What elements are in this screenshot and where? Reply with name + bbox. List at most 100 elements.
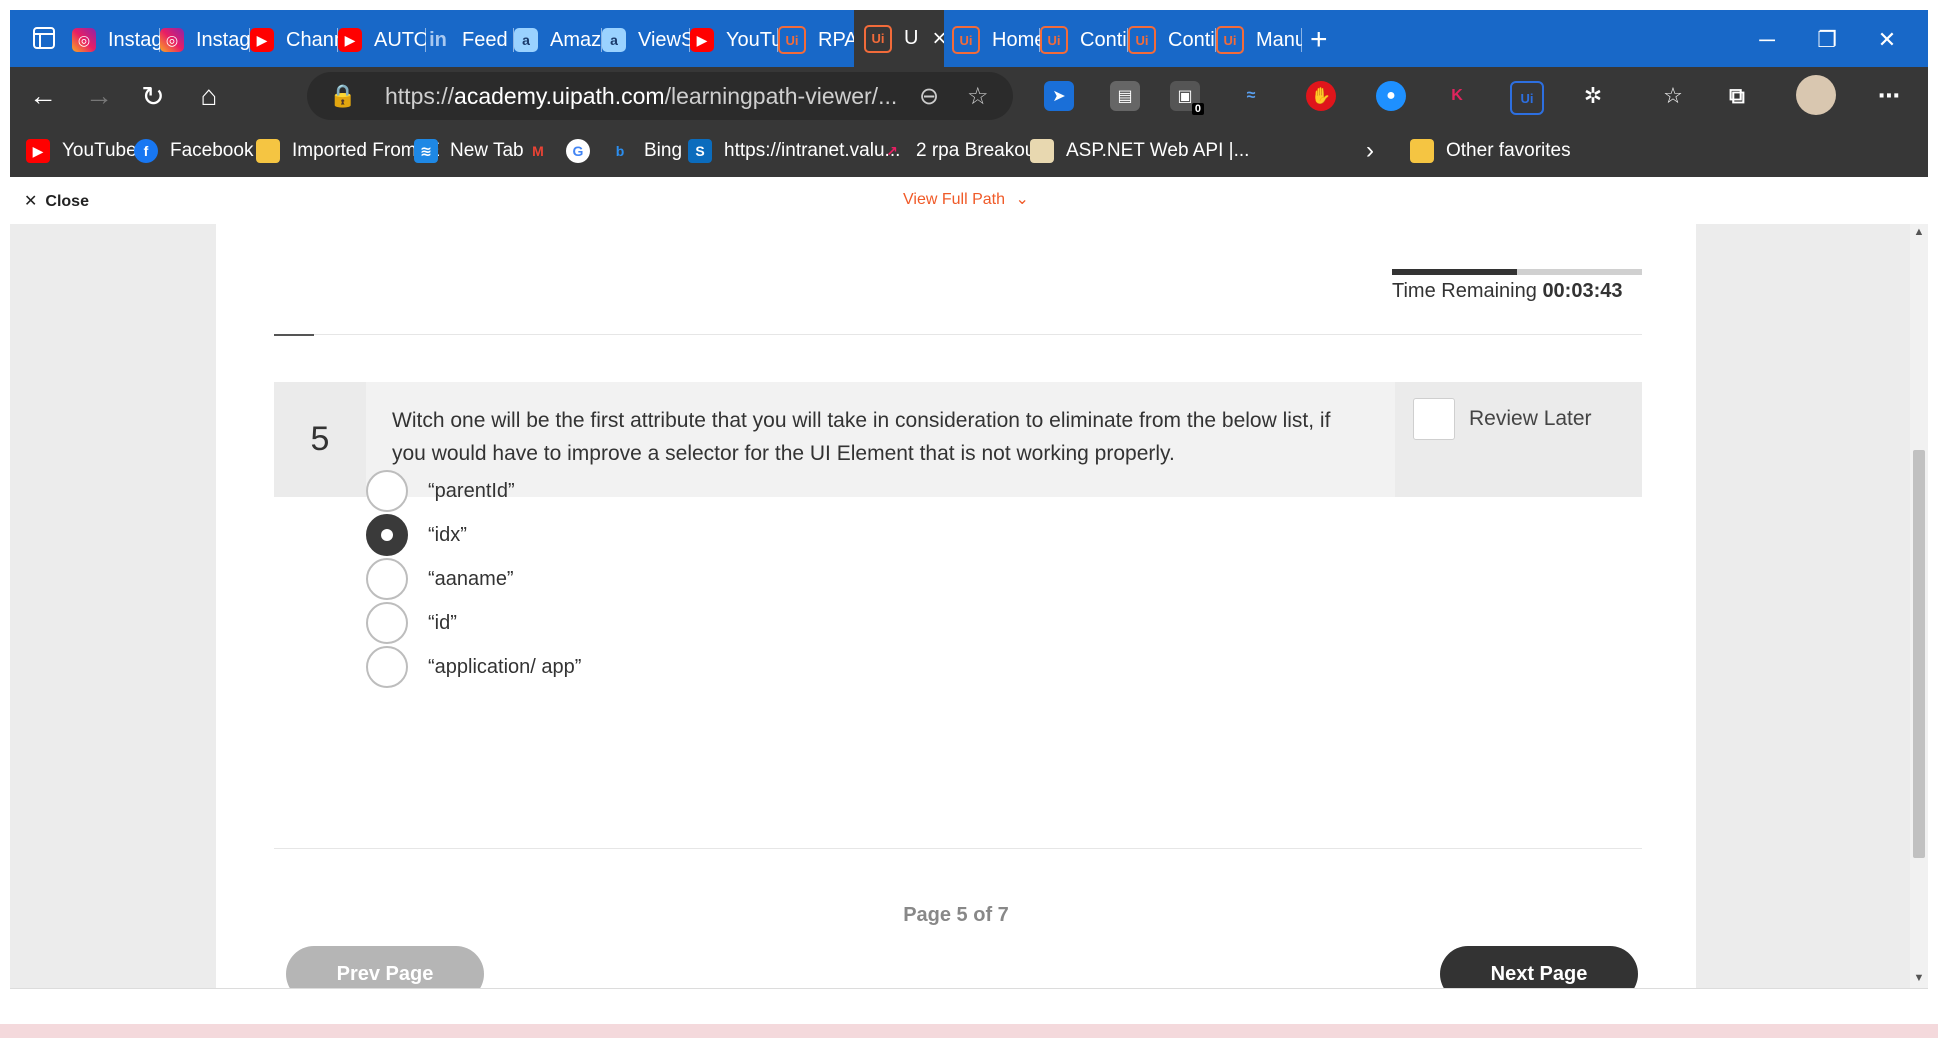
answer-option[interactable]: “parentId” — [366, 470, 515, 512]
bookmark-google[interactable]: G — [566, 137, 602, 165]
scrollbar[interactable]: ▲ ▼ — [1910, 224, 1928, 988]
bookmark-label: Bing — [644, 140, 683, 161]
bing-icon: b — [615, 143, 625, 159]
forward-button[interactable]: → — [80, 77, 118, 115]
tab-youtube-channel[interactable]: ▶ Chann — [250, 20, 338, 60]
bookmark-label: https://intranet.valu... — [724, 140, 901, 161]
radio-button[interactable] — [366, 470, 408, 512]
tab-youtube-auto[interactable]: ▶ AUTO — [338, 20, 426, 60]
page-content: Time Remaining 00:03:43 5 Witch one will… — [10, 224, 1928, 988]
extension-tab-icon[interactable]: ▣ 0 — [1170, 81, 1204, 115]
tab-home[interactable]: Ui Home — [952, 20, 1040, 60]
extension-wave-icon[interactable]: ≈ — [1236, 81, 1266, 111]
time-progress-fill — [1392, 269, 1517, 275]
tab-continue-2[interactable]: Ui Contir — [1128, 20, 1216, 60]
favorites-icon[interactable]: ☆ — [1658, 81, 1688, 111]
tab-amazon-views[interactable]: a ViewS — [602, 20, 690, 60]
collections-icon[interactable]: ⧉ — [1722, 81, 1752, 111]
google-icon: G — [566, 139, 590, 163]
extension-k-icon[interactable]: K — [1442, 81, 1472, 111]
bookmark-label: 2 rpa Breakout — [916, 140, 1041, 161]
minimize-button[interactable]: ─ — [1737, 20, 1797, 60]
url-host: academy.uipath.com — [454, 82, 665, 109]
restore-button[interactable]: ❐ — [1797, 20, 1857, 60]
tab-instagram-1[interactable]: ◎ Instag — [72, 20, 160, 60]
answer-option[interactable]: “idx” — [366, 514, 467, 556]
tab-amazon[interactable]: a Amaz — [514, 20, 602, 60]
youtube-icon: ▶ — [250, 28, 274, 52]
amazon-icon: a — [514, 28, 538, 52]
bookmark-aspnet[interactable]: ASP.NET Web API |... — [1030, 137, 1249, 165]
uipath-icon: Ui — [1040, 26, 1068, 54]
prev-page-button[interactable]: Prev Page — [286, 946, 484, 988]
bookmark-imported-from-ie[interactable]: Imported From IE — [256, 137, 440, 165]
option-label: “parentId” — [428, 479, 515, 502]
youtube-icon: ▶ — [690, 28, 714, 52]
tab-rpa[interactable]: Ui RPA T — [778, 20, 854, 60]
tab-title: RPA T — [818, 28, 854, 51]
back-button[interactable]: ← — [24, 77, 62, 115]
view-full-path-button[interactable]: View Full Path ⌄ — [903, 189, 1029, 209]
other-favorites[interactable]: Other favorites — [1410, 137, 1571, 165]
review-later-checkbox[interactable]: Review Later — [1413, 398, 1592, 440]
bookmark-bing[interactable]: b Bing — [608, 137, 682, 165]
radio-button[interactable] — [366, 602, 408, 644]
sharepoint-icon: S — [688, 139, 712, 163]
tab-title: Chann — [286, 28, 338, 51]
restore-icon: ❐ — [1817, 27, 1837, 52]
tab-youtube[interactable]: ▶ YouTu — [690, 20, 778, 60]
bookmarks-overflow-button[interactable]: › — [1366, 137, 1374, 165]
linkedin-icon: in — [429, 28, 447, 51]
new-tab-button[interactable]: + — [1310, 20, 1350, 60]
tab-close-icon[interactable]: × — [932, 25, 944, 53]
answer-option[interactable]: “aaname” — [366, 558, 514, 600]
tab-actions-icon[interactable] — [30, 24, 58, 52]
bookmark-label: New Tab — [450, 140, 524, 161]
next-page-button[interactable]: Next Page — [1440, 946, 1638, 988]
extensions-puzzle-icon[interactable]: ✲ — [1578, 81, 1608, 111]
bookmark-rpa-breakout[interactable]: ↗ 2 rpa Breakout — [880, 137, 1041, 165]
adblock-icon[interactable]: ✋ — [1306, 81, 1336, 111]
instagram-icon: ◎ — [72, 28, 96, 52]
power-automate-icon[interactable]: ➤ — [1044, 81, 1074, 111]
close-window-button[interactable]: ✕ — [1857, 20, 1917, 60]
bookmark-facebook[interactable]: f Facebook — [134, 137, 253, 165]
page-indicator: Page 5 of 7 — [903, 904, 1009, 926]
profile-avatar[interactable] — [1796, 75, 1836, 115]
tab-instagram-2[interactable]: ◎ Instag — [160, 20, 250, 60]
time-remaining-value: 00:03:43 — [1542, 280, 1623, 302]
tab-linkedin-feed[interactable]: in Feed — [426, 20, 514, 60]
scroll-up-icon[interactable]: ▲ — [1913, 226, 1925, 238]
extension-chat-icon[interactable]: ● — [1376, 81, 1406, 111]
extension-copy-icon[interactable]: ▤ — [1110, 81, 1140, 111]
uipath-extension-icon[interactable]: Ui — [1510, 81, 1544, 115]
answer-option[interactable]: “id” — [366, 602, 457, 644]
radio-button[interactable] — [366, 514, 408, 556]
answer-option[interactable]: “application/ app” — [366, 646, 581, 688]
more-menu-icon[interactable]: ⋯ — [1874, 81, 1904, 111]
bookmark-intranet[interactable]: Shttps://intranet.valu... — [688, 137, 900, 165]
scrollbar-thumb[interactable] — [1913, 450, 1925, 858]
radio-button[interactable] — [366, 646, 408, 688]
tab-title: Instag — [108, 28, 160, 51]
bookmark-gmail[interactable]: M — [526, 137, 562, 165]
address-bar[interactable]: 🔒 https://academy.uipath.com/learningpat… — [307, 72, 1013, 120]
checkbox[interactable] — [1413, 398, 1455, 440]
home-button[interactable]: ⌂ — [190, 77, 228, 115]
tab-manual[interactable]: Ui Manu — [1216, 20, 1302, 60]
tab-continue-1[interactable]: Ui Contir — [1040, 20, 1128, 60]
taskbar-edge — [0, 1024, 1938, 1038]
url-scheme: https:// — [385, 82, 455, 109]
zoom-out-icon[interactable]: ⊖ — [919, 82, 939, 111]
refresh-button[interactable]: ↻ — [134, 77, 172, 115]
scroll-down-icon[interactable]: ▼ — [1913, 972, 1925, 984]
bookmark-new-tab[interactable]: ≋ New Tab — [414, 137, 524, 165]
radio-button[interactable] — [366, 558, 408, 600]
bookmark-youtube[interactable]: ▶ YouTube — [26, 137, 137, 165]
tab-active-uipath[interactable]: Ui U × — [854, 10, 944, 67]
tab-title: Home — [992, 28, 1040, 51]
close-button[interactable]: ✕ Close — [24, 191, 89, 211]
add-favorite-icon[interactable]: ☆ — [967, 82, 989, 111]
youtube-icon: ▶ — [338, 28, 362, 52]
gmail-icon: M — [532, 143, 544, 159]
